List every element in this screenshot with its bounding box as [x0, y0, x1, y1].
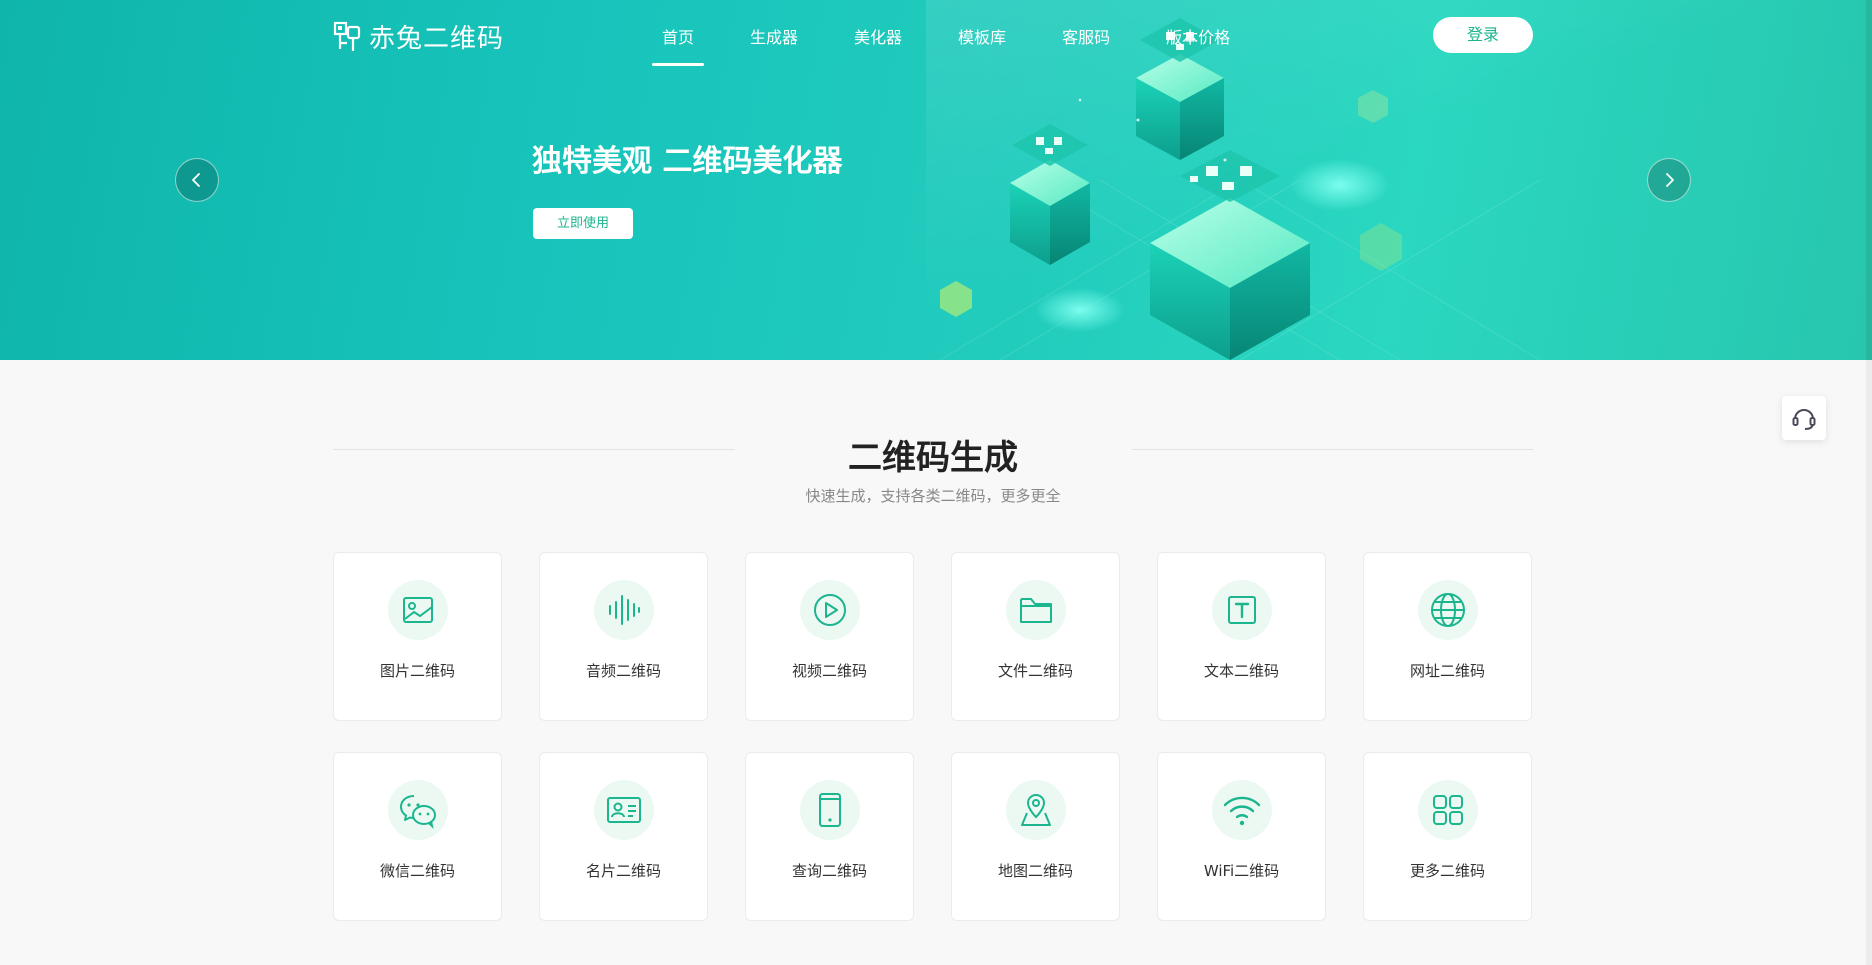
hero-title: 独特美观 二维码美化器 — [532, 144, 843, 179]
qr-card-text[interactable]: 文本二维码 — [1157, 552, 1326, 721]
qr-type-grid: 图片二维码 音频二维码 视频二维码 文件二维码 文本二维码 网址二维码 微信二维… — [333, 552, 1533, 921]
card-label: 音频二维码 — [585, 662, 661, 680]
qr-card-wechat[interactable]: 微信二维码 — [333, 752, 502, 921]
qr-card-query[interactable]: 查询二维码 — [745, 752, 914, 921]
qr-card-more[interactable]: 更多二维码 — [1363, 752, 1532, 921]
card-label: 图片二维码 — [379, 662, 455, 680]
qr-card-image[interactable]: 图片二维码 — [333, 552, 502, 721]
qr-card-wifi[interactable]: WiFi二维码 — [1157, 752, 1326, 921]
card-label: 微信二维码 — [379, 862, 455, 880]
scrollbar-thumb[interactable] — [1866, 0, 1872, 360]
qr-card-map[interactable]: 地图二维码 — [951, 752, 1120, 921]
card-label: 视频二维码 — [791, 662, 867, 680]
qr-card-file[interactable]: 文件二维码 — [951, 552, 1120, 721]
card-label: 文件二维码 — [997, 662, 1073, 680]
map-pin-icon — [1020, 794, 1051, 826]
card-label: 文本二维码 — [1203, 662, 1279, 680]
hero-banner: 赤兔二维码 首页 生成器 美化器 模板库 客服码 版本价格 登录 独特美观 二维… — [0, 0, 1866, 360]
card-label: 网址二维码 — [1409, 662, 1485, 680]
section-title: 二维码生成 — [848, 438, 1018, 478]
cube-large — [1150, 150, 1310, 360]
section-subtitle: 快速生成，支持各类二维码，更多更全 — [805, 487, 1061, 505]
folder-icon — [1019, 598, 1052, 623]
logo-icon — [333, 21, 361, 51]
main-nav: 首页 生成器 美化器 模板库 客服码 版本价格 — [651, 0, 1286, 66]
nav-item-templates[interactable]: 模板库 — [958, 0, 1006, 66]
carousel-prev-button[interactable] — [175, 158, 219, 202]
qr-card-audio[interactable]: 音频二维码 — [539, 552, 708, 721]
play-icon — [813, 594, 846, 626]
text-icon — [1227, 596, 1256, 624]
id-card-icon — [606, 797, 641, 823]
qr-card-video[interactable]: 视频二维码 — [745, 552, 914, 721]
qr-card-url[interactable]: 网址二维码 — [1363, 552, 1532, 721]
cube-small — [1010, 124, 1090, 265]
card-label: 地图二维码 — [997, 862, 1073, 880]
card-label: 查询二维码 — [791, 862, 867, 880]
globe-icon — [1430, 593, 1465, 627]
nav-item-service-code[interactable]: 客服码 — [1062, 0, 1110, 66]
tablet-icon — [818, 793, 841, 827]
logo-text: 赤兔二维码 — [369, 24, 505, 54]
page-scrollbar[interactable] — [1866, 0, 1872, 965]
wechat-icon — [399, 795, 436, 830]
card-label: WiFi二维码 — [1203, 862, 1280, 880]
carousel-next-button[interactable] — [1647, 158, 1691, 202]
audio-wave-icon — [608, 595, 640, 625]
logo[interactable]: 赤兔二维码 — [333, 18, 504, 55]
nav-item-beautifier[interactable]: 美化器 — [854, 0, 902, 66]
card-label: 名片二维码 — [585, 862, 661, 880]
chevron-left-icon — [192, 173, 200, 187]
headset-icon — [1792, 409, 1816, 430]
nav-item-home[interactable]: 首页 — [651, 0, 705, 66]
chevron-right-icon — [1666, 173, 1674, 187]
image-icon — [402, 597, 433, 623]
login-button[interactable]: 登录 — [1433, 17, 1533, 53]
wifi-icon — [1223, 796, 1260, 826]
nav-item-generator[interactable]: 生成器 — [750, 0, 798, 66]
hero-cta-button[interactable]: 立即使用 — [533, 208, 633, 239]
nav-item-pricing[interactable]: 版本价格 — [1166, 0, 1230, 66]
card-label: 更多二维码 — [1409, 862, 1485, 880]
qr-card-business-card[interactable]: 名片二维码 — [539, 752, 708, 921]
grid-icon — [1432, 795, 1463, 825]
